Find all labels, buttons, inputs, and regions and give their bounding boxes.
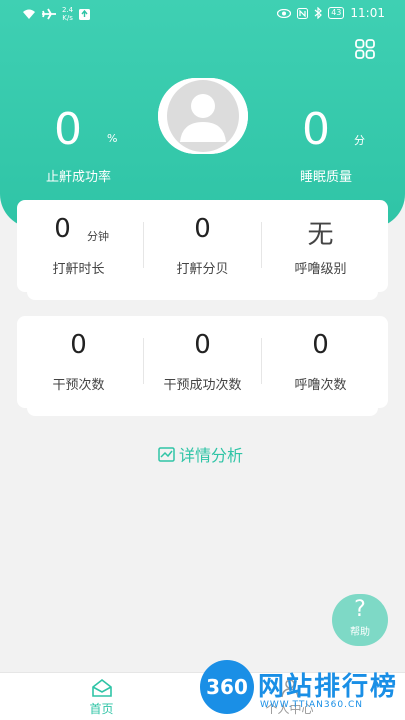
notification-icon — [79, 8, 91, 20]
watermark-url: WWW.TTIAN360.CN — [260, 700, 363, 710]
snore-level-value: 无 — [307, 220, 334, 250]
watermark: 360 网站排行榜 WWW.TTIAN360.CN — [196, 656, 405, 720]
intervention-count-label: 干预次数 — [52, 378, 105, 393]
snore-level-cell: 无 呼噜级别 — [259, 200, 382, 290]
airplane-icon — [42, 8, 56, 20]
eye-icon — [277, 8, 292, 18]
snore-duration-unit: 分钟 — [87, 230, 109, 243]
snore-count-value: 0 — [312, 330, 329, 360]
intervention-success-value: 0 — [194, 330, 211, 360]
network-speed: 2.4 K/s — [62, 6, 74, 22]
sleep-quality-label: 睡眠质量 — [300, 170, 353, 185]
intervention-count-cell: 0 干预次数 — [17, 316, 140, 406]
intervention-success-label: 干预成功次数 — [163, 378, 242, 393]
avatar[interactable] — [158, 78, 248, 154]
snore-count-cell: 0 呼噜次数 — [259, 316, 382, 406]
clock: 11:01 — [350, 6, 385, 20]
tab-home-label: 首页 — [89, 702, 114, 716]
home-icon — [91, 678, 112, 697]
sleep-quality-value: 0 — [302, 104, 330, 155]
snore-duration-label: 打鼾时长 — [52, 262, 105, 277]
question-icon: ? — [354, 597, 366, 622]
wifi-icon — [23, 9, 35, 19]
snore-stop-rate-label: 止鼾成功率 — [46, 170, 112, 185]
snore-decibel-value: 0 — [194, 214, 211, 244]
tab-home[interactable]: 首页 — [34, 673, 169, 720]
snore-stats-card: 0 分钟 打鼾时长 0 打鼾分贝 无 呼噜级别 — [17, 200, 388, 292]
intervention-stats-card: 0 干预次数 0 干预成功次数 0 呼噜次数 — [17, 316, 388, 408]
chart-icon — [158, 446, 175, 462]
avatar-person-icon — [158, 78, 248, 154]
snore-count-label: 呼噜次数 — [294, 378, 347, 393]
bluetooth-icon — [314, 7, 323, 19]
snore-decibel-cell: 0 打鼾分贝 — [141, 200, 264, 290]
snore-decibel-label: 打鼾分贝 — [176, 262, 229, 277]
detail-analysis-link[interactable]: 详情分析 — [158, 443, 243, 465]
detail-analysis-label: 详情分析 — [179, 446, 244, 465]
snore-level-label: 呼噜级别 — [294, 262, 347, 277]
help-button[interactable]: ? 帮助 — [332, 594, 388, 646]
snore-duration-cell: 0 分钟 打鼾时长 — [17, 200, 140, 290]
snore-stop-rate-unit: % — [107, 132, 118, 145]
watermark-logo: 360 — [200, 660, 254, 714]
sleep-quality-unit: 分 — [354, 134, 365, 147]
help-label: 帮助 — [350, 627, 370, 638]
battery-icon: 43 — [328, 7, 345, 19]
nfc-icon — [297, 7, 309, 19]
watermark-title: 网站排行榜 — [258, 672, 399, 702]
intervention-success-cell: 0 干预成功次数 — [141, 316, 264, 406]
status-bar: 2.4 K/s 43 11:01 — [0, 0, 405, 26]
intervention-count-value: 0 — [70, 330, 87, 360]
grid-menu-icon[interactable] — [355, 39, 375, 59]
snore-stop-rate-value: 0 — [54, 104, 82, 155]
